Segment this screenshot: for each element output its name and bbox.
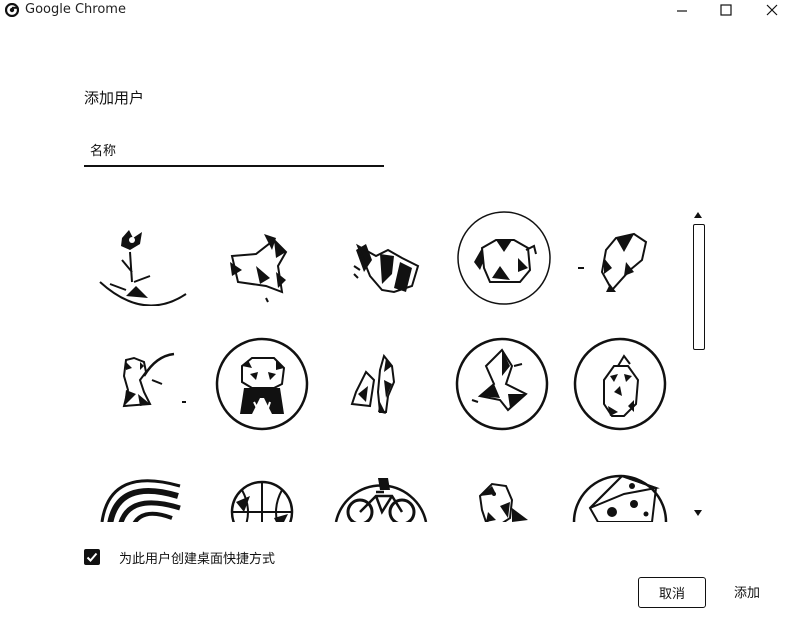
- close-icon: [766, 4, 778, 16]
- avatar-option[interactable]: [452, 456, 548, 522]
- avatar-option[interactable]: [572, 336, 668, 432]
- panda-icon: [215, 337, 309, 431]
- maximize-icon: [720, 4, 732, 16]
- penguins-icon: [350, 353, 396, 414]
- scroll-up-arrow-icon[interactable]: [694, 212, 702, 218]
- avatar-option[interactable]: [336, 210, 432, 306]
- minimize-button[interactable]: [662, 0, 702, 20]
- checkmark-icon: [86, 552, 98, 562]
- name-input[interactable]: [90, 140, 376, 162]
- dialog-heading: 添加用户: [84, 89, 145, 107]
- elephant-icon: [457, 211, 551, 305]
- avatar-option-selected[interactable]: [456, 210, 552, 306]
- desktop-shortcut-label: 为此用户创建桌面快捷方式: [119, 551, 276, 567]
- avatar-option[interactable]: [454, 336, 550, 432]
- cancel-button[interactable]: 取消: [638, 577, 706, 608]
- add-button[interactable]: 添加: [722, 577, 772, 606]
- scrollbar-thumb[interactable]: [693, 224, 705, 350]
- avatar-option[interactable]: [96, 210, 192, 306]
- fox-icon: [230, 234, 288, 303]
- desktop-shortcut-option[interactable]: 为此用户创建桌面快捷方式: [84, 547, 275, 567]
- dragon-icon: [353, 243, 420, 294]
- bird-icon: [478, 482, 528, 522]
- title-bar: Google Chrome: [0, 0, 807, 22]
- minimize-icon: [677, 10, 687, 12]
- avatar-option[interactable]: [332, 456, 428, 522]
- close-button[interactable]: [752, 0, 792, 20]
- basketball-icon: [230, 480, 294, 522]
- avatar-option[interactable]: [96, 336, 192, 432]
- avatar-option[interactable]: [576, 210, 672, 306]
- bicycle-icon: [334, 478, 428, 522]
- owl-icon: [573, 337, 667, 431]
- avatar-option[interactable]: [214, 336, 310, 432]
- avatar-option[interactable]: [214, 456, 310, 522]
- avatar-option[interactable]: [336, 336, 432, 432]
- avatar-scrollbar[interactable]: [689, 212, 709, 522]
- desktop-shortcut-checkbox[interactable]: [84, 549, 100, 565]
- avatar-option[interactable]: [572, 456, 668, 522]
- scroll-down-arrow-icon[interactable]: [694, 510, 702, 516]
- avatar-option[interactable]: [96, 456, 192, 522]
- rainbow-icon: [100, 479, 181, 522]
- cheese-icon: [572, 474, 668, 522]
- dog-icon: [578, 232, 648, 292]
- avatar-option[interactable]: [216, 210, 312, 306]
- cat-icon: [99, 230, 187, 306]
- chrome-icon: [5, 3, 19, 17]
- ninja-icon: [122, 352, 186, 408]
- window-title: Google Chrome: [25, 2, 126, 17]
- crane-icon: [455, 337, 549, 431]
- avatar-grid: [96, 208, 686, 522]
- maximize-button[interactable]: [706, 0, 746, 20]
- name-field[interactable]: [84, 140, 384, 167]
